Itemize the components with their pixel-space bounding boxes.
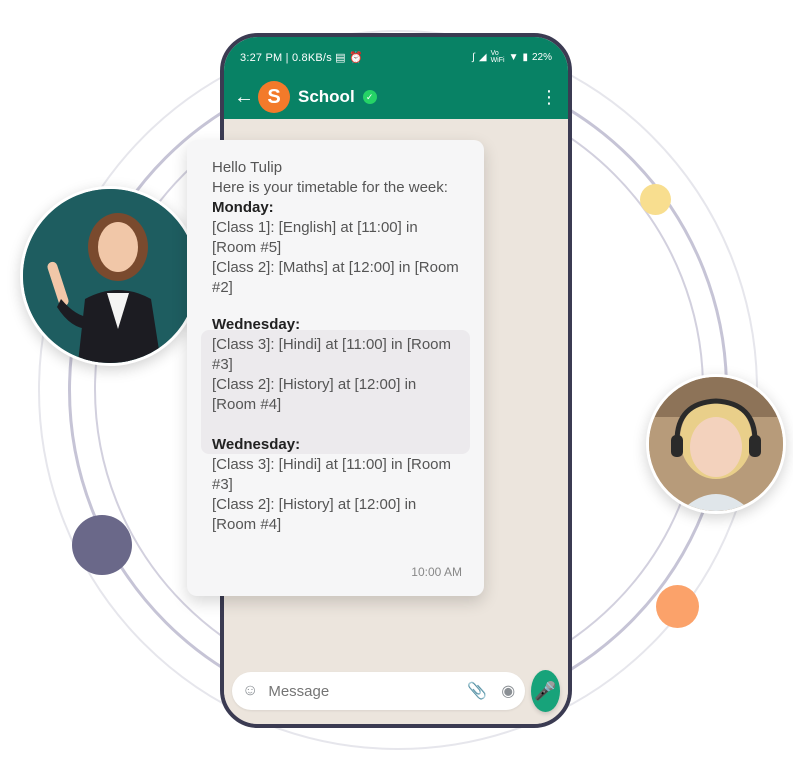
- class-entry: [Class 2]: [Maths] at [12:00] in [Room #…: [212, 259, 459, 296]
- day-title: Wednesday:: [212, 316, 301, 333]
- emoji-icon[interactable]: ☺: [242, 682, 258, 700]
- class-entry: [Class 1]: [English] at [11:00] in [Room…: [212, 219, 418, 256]
- menu-icon[interactable]: ⋮: [540, 88, 558, 106]
- day-section-2: Wednesday: [Class 3]: [Hindi] at [11:00]…: [212, 315, 464, 415]
- mic-icon: 🎤: [534, 680, 557, 701]
- day-title: Monday:: [212, 199, 274, 216]
- battery-level: 22%: [531, 51, 552, 63]
- decorative-dot-yellow: [640, 184, 671, 215]
- greeting: Hello Tulip Here is your timetable for t…: [212, 158, 464, 198]
- student-photo: [646, 374, 786, 514]
- class-entry: [Class 3]: [Hindi] at [11:00] in [Room #…: [212, 336, 451, 373]
- decorative-dot-navy: [72, 515, 132, 575]
- network-speed: 0.8KB/s: [291, 51, 332, 64]
- composer: ☺ 📎 ◉: [232, 672, 526, 710]
- status-bar: 3:27 PM | 0.8KB/s ▤ ⏰ ∫ ◢ Vo WiFi ▼ ▮ 22…: [224, 37, 568, 77]
- message-input[interactable]: [268, 682, 468, 700]
- app-header: 3:27 PM | 0.8KB/s ▤ ⏰ ∫ ◢ Vo WiFi ▼ ▮ 22…: [224, 37, 568, 119]
- mic-button[interactable]: 🎤: [531, 670, 560, 712]
- contact-name[interactable]: School: [298, 87, 355, 107]
- status-time: 3:27 PM: [240, 51, 283, 64]
- verified-icon: ✓: [362, 90, 377, 104]
- battery-icon: ▮: [522, 51, 528, 63]
- day-section-1: Monday: [Class 1]: [English] at [11:00] …: [212, 198, 464, 298]
- message-timestamp: 10:00 AM: [411, 565, 462, 579]
- contact-avatar[interactable]: S: [258, 81, 290, 113]
- greeting-line-2: Here is your timetable for the week:: [212, 179, 448, 196]
- wifi-icon: ▼: [508, 51, 519, 63]
- volte-label: Vo WiFi: [490, 50, 505, 64]
- class-entry: [Class 2]: [History] at [12:00] in [Room…: [212, 376, 417, 413]
- message-bubble[interactable]: Hello Tulip Here is your timetable for t…: [187, 140, 484, 596]
- class-entry: [Class 3]: [Hindi] at [11:00] in [Room #…: [212, 456, 451, 493]
- vibrate-icon: ▤: [335, 51, 346, 64]
- status-left: 3:27 PM | 0.8KB/s ▤ ⏰: [240, 51, 363, 64]
- day-title: Wednesday:: [212, 436, 301, 453]
- status-right: ∫ ◢ Vo WiFi ▼ ▮ 22%: [472, 50, 552, 64]
- camera-icon[interactable]: ◉: [501, 681, 515, 701]
- back-arrow-icon[interactable]: ←: [234, 86, 254, 109]
- attach-icon[interactable]: 📎: [467, 681, 487, 701]
- chat-bar: ← S School ✓ ⋮: [224, 77, 568, 117]
- signal-icon: ◢: [478, 51, 487, 63]
- greeting-line-1: Hello Tulip: [212, 159, 283, 176]
- alarm-icon: ⏰: [349, 51, 363, 64]
- day-section-3: Wednesday: [Class 3]: [Hindi] at [11:00]…: [212, 435, 464, 535]
- bluetooth-icon: ∫: [472, 51, 475, 63]
- decorative-dot-orange: [656, 585, 699, 628]
- teacher-photo: [20, 186, 200, 366]
- composer-row: ☺ 📎 ◉ 🎤: [232, 670, 560, 712]
- class-entry: [Class 2]: [History] at [12:00] in [Room…: [212, 496, 417, 533]
